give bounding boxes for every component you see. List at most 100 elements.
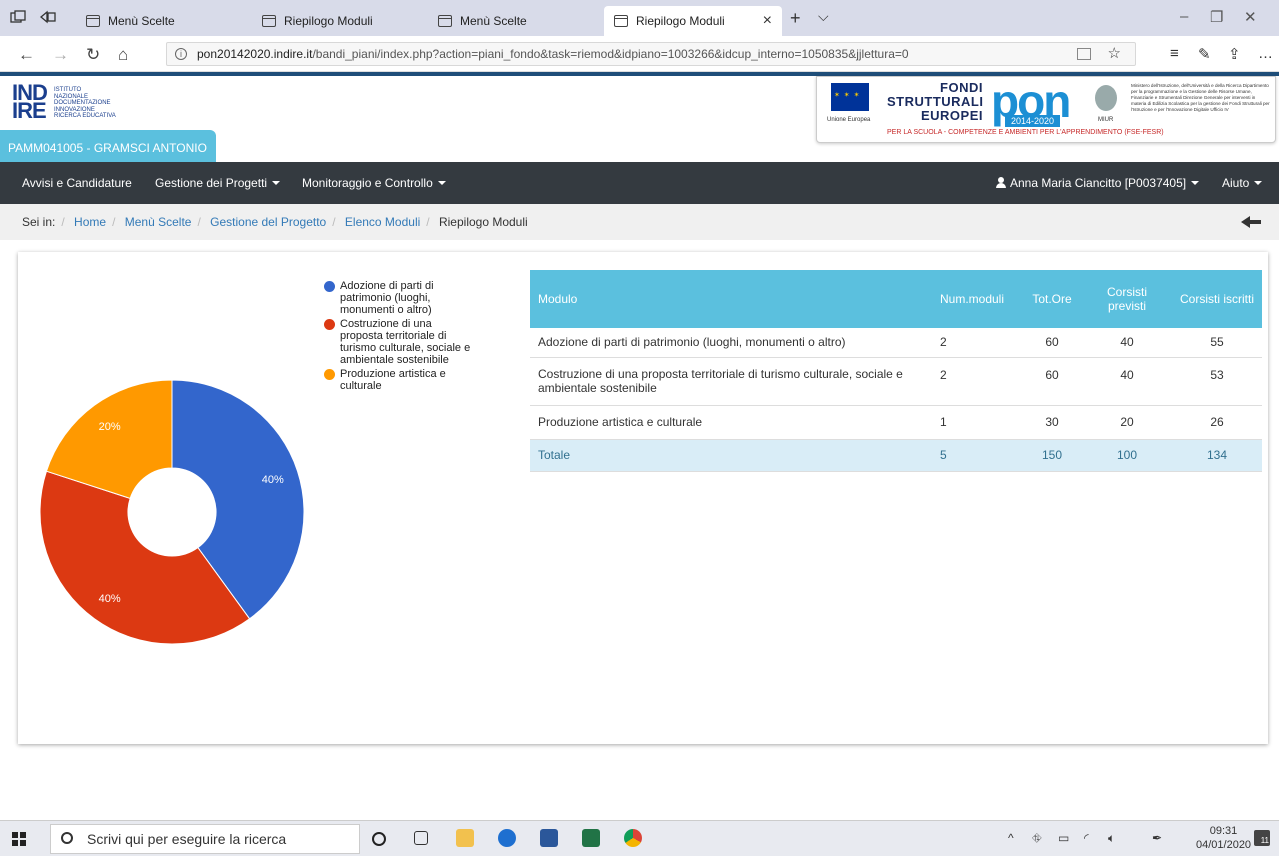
file-explorer-icon[interactable]	[456, 829, 474, 847]
browser-tab-2[interactable]: Riepilogo Moduli	[252, 6, 422, 36]
cell-total-tot-ore: 150	[1022, 439, 1082, 472]
cell-num-moduli: 2	[922, 357, 1022, 406]
legend-label: Produzione artistica e culturale	[340, 368, 446, 392]
legend-item: Adozione di parti di patrimonio (luoghi,…	[324, 280, 474, 316]
legend-label: Adozione di parti di patrimonio (luoghi,…	[340, 280, 434, 316]
browser-tab-1[interactable]: Menù Scelte	[76, 6, 246, 36]
share-icon[interactable]: ⇪	[1228, 45, 1241, 63]
legend-dot	[324, 369, 335, 380]
tab-title: Riepilogo Moduli	[636, 14, 725, 28]
back-arrow-icon[interactable]	[1241, 214, 1261, 230]
eu-flag-icon	[831, 83, 869, 111]
cell-num-moduli: 2	[922, 328, 1022, 358]
tab-actions-icon[interactable]	[10, 10, 26, 24]
cell-tot-ore: 60	[1022, 328, 1082, 358]
col-corsisti-previsti: Corsisti previsti	[1082, 270, 1172, 328]
tab-title: Menù Scelte	[460, 14, 527, 28]
cell-tot-ore: 30	[1022, 405, 1082, 440]
cell-num-moduli: 1	[922, 405, 1022, 440]
windows-start-icon[interactable]	[12, 832, 26, 846]
cell-total-label: Totale	[530, 439, 922, 472]
task-view-icon[interactable]	[414, 831, 428, 845]
nav-help-menu[interactable]: Aiuto	[1222, 176, 1263, 190]
modules-table: Modulo Num.moduli Tot.Ore Corsisti previ…	[530, 270, 1262, 472]
indire-logo: IND IRE ISTITUTO NAZIONALE DOCUMENTAZION…	[12, 82, 116, 122]
legend-dot	[324, 319, 335, 330]
pon-banner: Unione Europea FONDI STRUTTURALI EUROPEI…	[816, 76, 1276, 143]
col-modulo: Modulo	[530, 270, 922, 328]
breadcrumb-gestione-progetto[interactable]: Gestione del Progetto	[210, 215, 326, 229]
volume-icon[interactable]: 🔈︎	[1108, 831, 1115, 846]
chrome-icon[interactable]	[624, 829, 642, 847]
set-aside-tabs-icon[interactable]	[39, 10, 56, 24]
col-num-moduli: Num.moduli	[922, 270, 1022, 328]
tab-preview-chevron-icon[interactable]: ⌵	[818, 8, 829, 25]
breadcrumb-home[interactable]: Home	[74, 215, 106, 229]
tab-title: Riepilogo Moduli	[284, 14, 373, 28]
cell-corsisti-iscritti: 55	[1172, 328, 1262, 358]
close-tab-icon[interactable]: ×	[763, 12, 772, 30]
excel-icon[interactable]	[582, 829, 600, 847]
minimize-icon[interactable]: –	[1180, 8, 1188, 25]
clock-date: 04/01/2020	[1196, 839, 1252, 851]
col-corsisti-iscritti: Corsisti iscritti	[1172, 270, 1262, 328]
wifi-icon[interactable]: ◜	[1084, 831, 1089, 845]
cortana-icon[interactable]	[372, 832, 386, 846]
windows-taskbar: Scrivi qui per eseguire la ricerca ^ ⛗ ▭…	[0, 820, 1279, 856]
network-icon[interactable]: ⛗	[1032, 831, 1042, 846]
caret-down-icon	[437, 181, 446, 185]
favorite-star-icon[interactable]: ☆	[1108, 43, 1121, 65]
miur-description: Ministero dell'Istruzione, dell'Universi…	[1131, 83, 1270, 112]
pen-workspace-icon[interactable]: ✒	[1152, 831, 1162, 845]
reading-view-icon[interactable]	[1077, 48, 1091, 60]
legend-item: Produzione artistica e culturale	[324, 368, 474, 392]
taskbar-search-box[interactable]: Scrivi qui per eseguire la ricerca	[50, 824, 360, 854]
page-icon	[86, 15, 100, 27]
fondi-strutturali-text: FONDI STRUTTURALI EUROPEI	[887, 80, 984, 123]
close-window-icon[interactable]: ✕	[1244, 8, 1257, 26]
page-icon	[262, 15, 276, 27]
favorites-list-icon[interactable]: ≡	[1170, 45, 1179, 62]
forward-icon[interactable]: →	[52, 45, 69, 65]
nav-user-menu[interactable]: Anna Maria Ciancitto [P0037405]	[996, 176, 1200, 190]
pie-slice-label: 40%	[262, 474, 284, 486]
caret-down-icon	[1254, 181, 1263, 185]
system-clock[interactable]: 09:31 04/01/2020	[1196, 824, 1251, 852]
edge-browser-icon[interactable]	[498, 829, 516, 847]
nav-monitoraggio-controllo[interactable]: Monitoraggio e Controllo	[302, 176, 446, 190]
browser-tab-4-active[interactable]: Riepilogo Moduli ×	[604, 6, 782, 36]
nav-avvisi-candidature[interactable]: Avvisi e Candidature	[22, 176, 132, 190]
new-tab-icon[interactable]: +	[790, 8, 801, 29]
url-host: pon20142020.indire.it	[197, 47, 313, 61]
url-path: /bandi_piani/index.php?action=piani_fond…	[312, 47, 909, 61]
legend-label: Costruzione di una proposta territoriale…	[340, 318, 471, 366]
restore-icon[interactable]: ❐	[1210, 8, 1223, 26]
site-info-icon[interactable]: i	[175, 48, 187, 60]
pon-years: 2014-2020	[1005, 115, 1061, 127]
word-icon[interactable]	[540, 829, 558, 847]
tray-chevron-icon[interactable]: ^	[1008, 831, 1014, 845]
url-field[interactable]: i pon20142020.indire.it/bandi_piani/inde…	[166, 42, 1136, 66]
home-icon[interactable]: ⌂	[118, 45, 128, 65]
refresh-icon[interactable]: ↻	[86, 45, 100, 65]
cell-total-corsisti-previsti: 100	[1082, 439, 1172, 472]
pen-icon[interactable]: ✎	[1198, 45, 1211, 63]
logo-line: RICERCA EDUCATIVA	[54, 113, 116, 119]
cell-total-corsisti-iscritti: 134	[1172, 439, 1262, 472]
italian-emblem-icon	[1095, 85, 1117, 111]
battery-icon[interactable]: ▭	[1058, 831, 1069, 845]
cell-corsisti-iscritti: 53	[1172, 357, 1262, 406]
back-icon[interactable]: ←	[18, 45, 35, 65]
col-tot-ore: Tot.Ore	[1022, 270, 1082, 328]
pie-slice-label: 20%	[99, 421, 121, 433]
breadcrumb-elenco-moduli[interactable]: Elenco Moduli	[345, 215, 420, 229]
table-header-row: Modulo Num.moduli Tot.Ore Corsisti previ…	[530, 270, 1262, 328]
nav-gestione-progetti[interactable]: Gestione dei Progetti	[155, 176, 281, 190]
more-icon[interactable]: …	[1258, 45, 1273, 62]
notifications-icon[interactable]: 11	[1254, 830, 1270, 846]
breadcrumb-menu-scelte[interactable]: Menù Scelte	[125, 215, 192, 229]
modules-pie-chart: 40% 40% 20% Adozione di parti di patrimoni…	[18, 262, 471, 714]
cell-modulo: Adozione di parti di patrimonio (luoghi,…	[530, 328, 922, 358]
browser-tab-3[interactable]: Menù Scelte	[428, 6, 598, 36]
breadcrumb: Sei in: / Home / Menù Scelte / Gestione del…	[0, 204, 1279, 240]
